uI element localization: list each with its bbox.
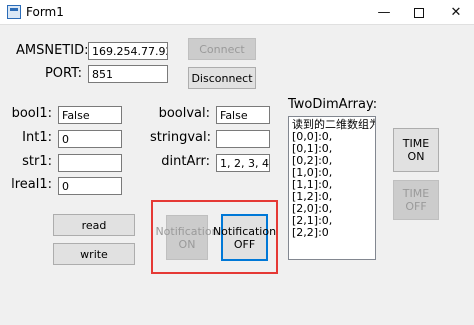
window-title: Form1 xyxy=(26,5,64,19)
disconnect-button[interactable]: Disconnect xyxy=(188,67,256,89)
app-icon xyxy=(7,5,21,19)
read-button[interactable]: read xyxy=(53,214,135,236)
dintarr-label: dintArr: xyxy=(161,154,210,169)
close-button[interactable]: ✕ xyxy=(438,0,474,25)
port-field[interactable]: 851 xyxy=(88,65,168,83)
twodimarray-label: TwoDimArray: xyxy=(288,97,378,112)
lreal1-field[interactable]: 0 xyxy=(58,177,122,195)
time-on-button[interactable]: TIME ON xyxy=(393,128,439,172)
time-off-button[interactable]: TIME OFF xyxy=(393,180,439,220)
maximize-icon xyxy=(414,7,424,18)
bool1-label: bool1: xyxy=(11,106,52,121)
boolval-field[interactable]: False xyxy=(216,106,270,124)
list-item: [2,2]:0 xyxy=(292,226,329,239)
str1-label: str1: xyxy=(22,154,52,169)
amsnetid-field[interactable]: 169.254.77.92.1.1 xyxy=(88,42,168,60)
notification-on-button[interactable]: Notification ON xyxy=(155,215,219,260)
int1-field[interactable]: 0 xyxy=(58,130,122,148)
title-bar: Form1 — ✕ xyxy=(0,0,474,25)
port-label: PORT: xyxy=(44,66,82,81)
dintarr-field[interactable]: 1, 2, 3, 4 xyxy=(216,154,270,172)
stringval-field[interactable] xyxy=(216,130,270,148)
maximize-button[interactable] xyxy=(401,0,437,25)
int1-label: Int1: xyxy=(22,130,52,145)
write-button[interactable]: write xyxy=(53,243,135,265)
lreal1-label: lreal1: xyxy=(11,177,52,192)
notification-off-button[interactable]: Notification OFF xyxy=(213,214,276,261)
amsnetid-label: AMSNETID: xyxy=(16,43,89,58)
boolval-label: boolval: xyxy=(158,106,210,121)
str1-field[interactable] xyxy=(58,154,122,172)
stringval-label: stringval: xyxy=(150,130,211,145)
twodimarray-list[interactable]: 读到的二维数组为 [0,0]:0, [0,1]:0, [0,2]:0, [1,0… xyxy=(288,116,376,260)
connect-button[interactable]: Connect xyxy=(188,38,256,60)
bool1-field[interactable]: False xyxy=(58,106,122,124)
minimize-button[interactable]: — xyxy=(366,0,402,25)
